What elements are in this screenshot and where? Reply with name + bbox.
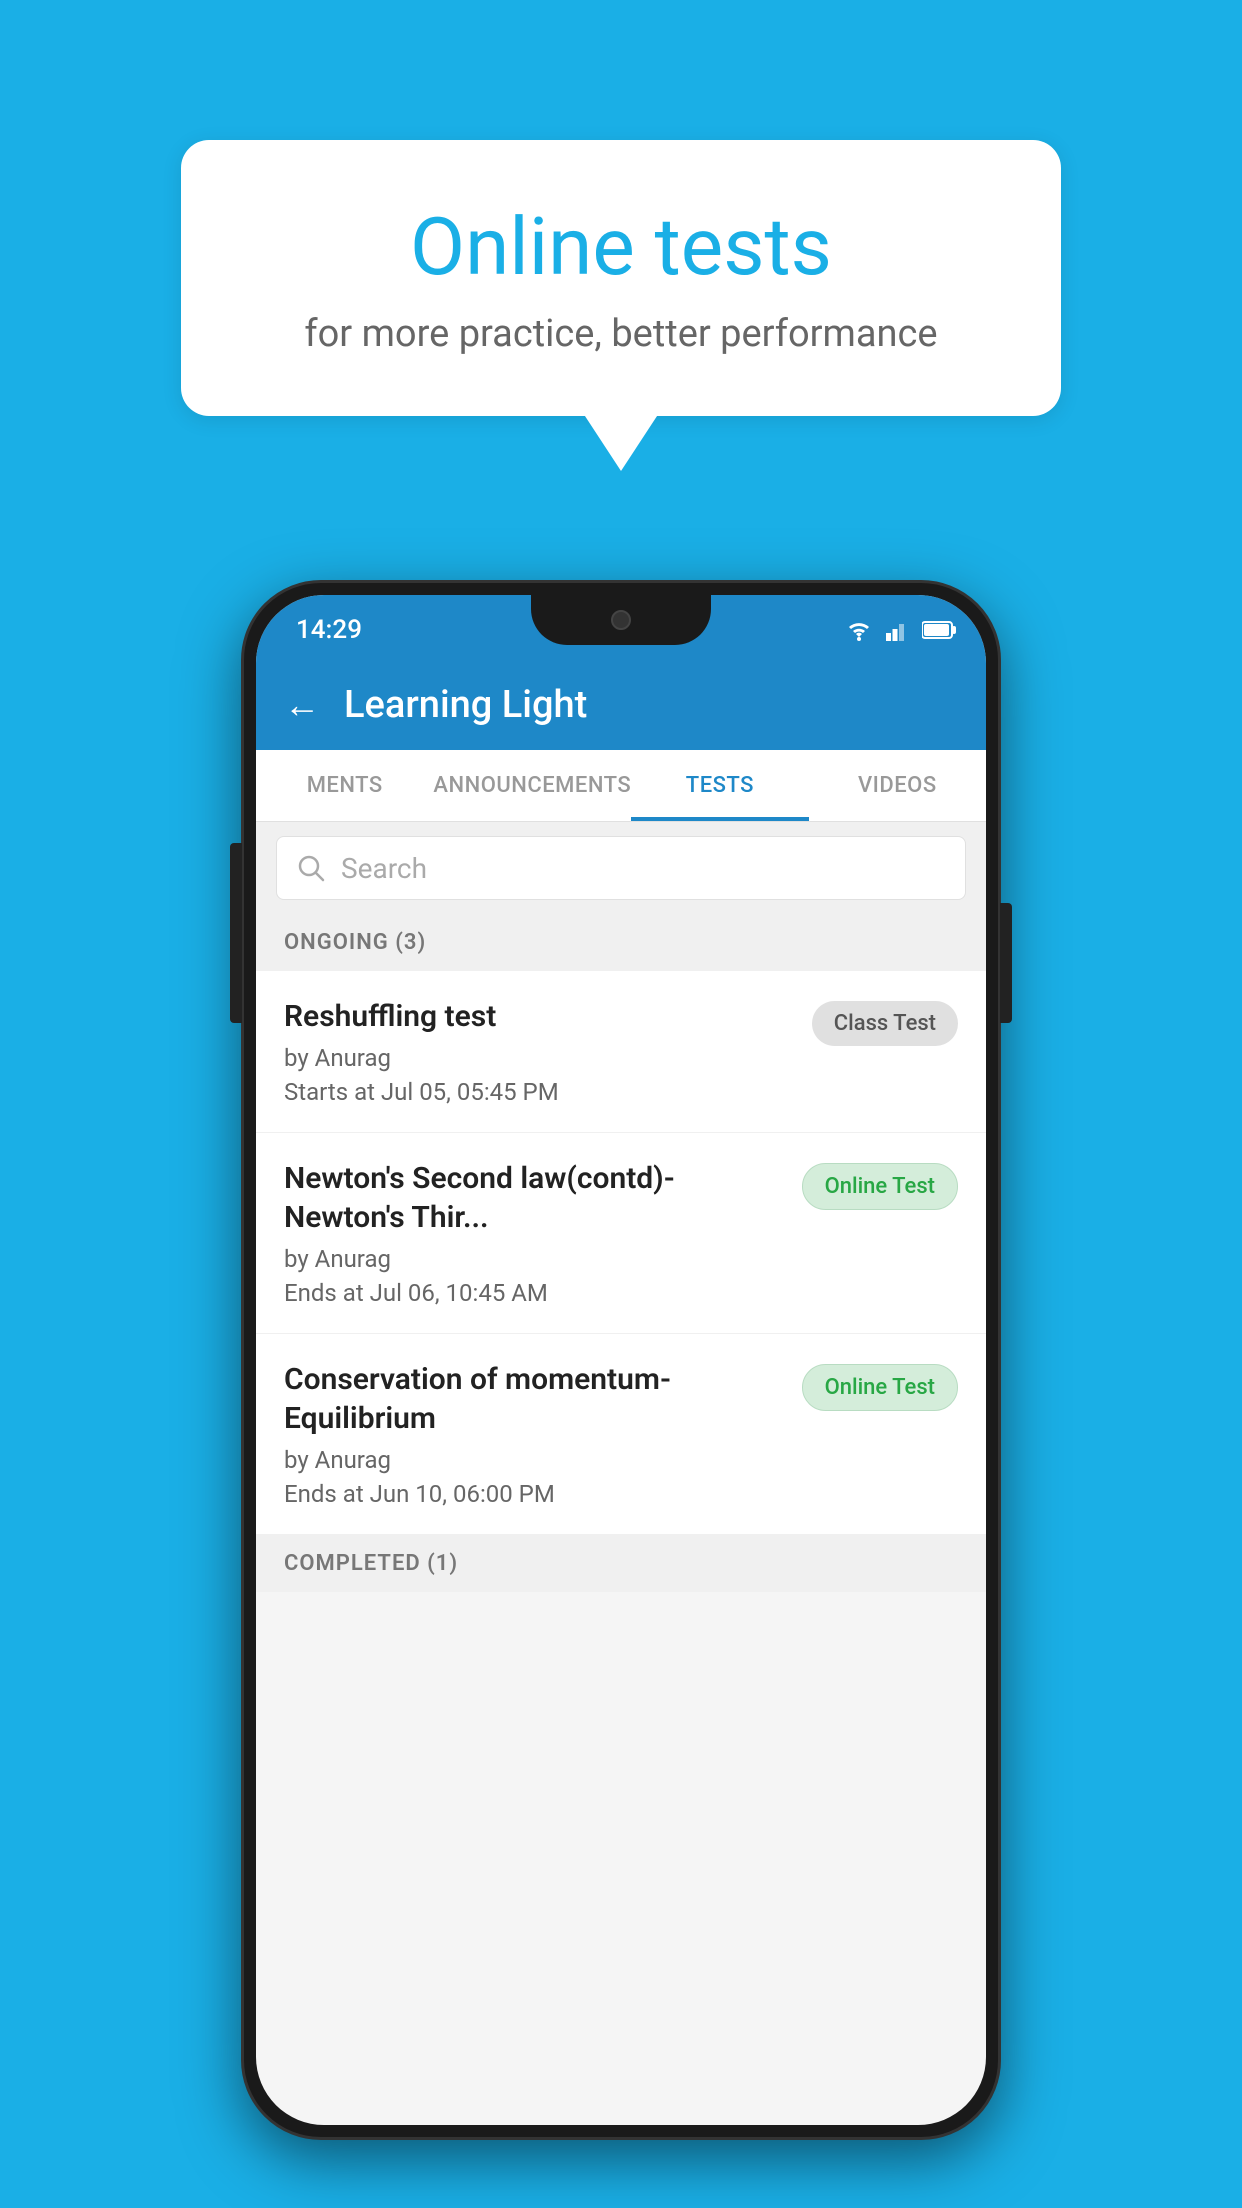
test-info: Reshuffling test by Anurag Starts at Jul… <box>284 997 812 1106</box>
test-list: Reshuffling test by Anurag Starts at Jul… <box>256 971 986 1535</box>
test-author: by Anurag <box>284 1245 782 1273</box>
battery-icon <box>922 619 956 641</box>
tab-announcements[interactable]: ANNOUNCEMENTS <box>433 750 631 821</box>
test-badge: Online Test <box>802 1364 958 1411</box>
tab-ments[interactable]: MENTS <box>256 750 433 821</box>
test-badge: Class Test <box>812 1001 958 1046</box>
status-time: 14:29 <box>296 615 362 645</box>
test-name: Conservation of momentum-Equilibrium <box>284 1360 782 1438</box>
test-date: Ends at Jul 06, 10:45 AM <box>284 1279 782 1307</box>
bubble-subtitle: for more practice, better performance <box>251 312 991 356</box>
app-title: Learning Light <box>344 683 587 727</box>
back-button[interactable]: ← <box>284 684 320 726</box>
test-author: by Anurag <box>284 1446 782 1474</box>
test-badge: Online Test <box>802 1163 958 1210</box>
phone-notch <box>531 595 711 645</box>
tab-bar: MENTS ANNOUNCEMENTS TESTS VIDEOS <box>256 750 986 822</box>
test-item[interactable]: Conservation of momentum-Equilibrium by … <box>256 1334 986 1535</box>
tab-tests[interactable]: TESTS <box>631 750 808 821</box>
phone-outer: 14:29 <box>241 580 1001 2140</box>
notch-camera <box>611 610 631 630</box>
test-author: by Anurag <box>284 1044 792 1072</box>
speech-bubble-container: Online tests for more practice, better p… <box>181 140 1061 416</box>
status-icons <box>844 619 956 641</box>
search-bar[interactable]: Search <box>276 836 966 900</box>
test-date: Starts at Jul 05, 05:45 PM <box>284 1078 792 1106</box>
test-name: Reshuffling test <box>284 997 792 1036</box>
test-info: Newton's Second law(contd)-Newton's Thir… <box>284 1159 802 1307</box>
search-container: Search <box>256 822 986 914</box>
tab-videos[interactable]: VIDEOS <box>809 750 986 821</box>
phone-screen: 14:29 <box>256 595 986 2125</box>
test-date: Ends at Jun 10, 06:00 PM <box>284 1480 782 1508</box>
test-item[interactable]: Reshuffling test by Anurag Starts at Jul… <box>256 971 986 1133</box>
completed-section-header: COMPLETED (1) <box>256 1535 986 1592</box>
signal-icon <box>886 619 910 641</box>
phone-container: 14:29 <box>241 580 1001 2140</box>
ongoing-section-header: ONGOING (3) <box>256 914 986 971</box>
wifi-icon <box>844 619 874 641</box>
test-item[interactable]: Newton's Second law(contd)-Newton's Thir… <box>256 1133 986 1334</box>
speech-bubble: Online tests for more practice, better p… <box>181 140 1061 416</box>
search-placeholder: Search <box>341 852 427 885</box>
bubble-title: Online tests <box>251 200 991 294</box>
search-icon <box>297 854 325 882</box>
top-bar: ← Learning Light <box>256 660 986 750</box>
test-info: Conservation of momentum-Equilibrium by … <box>284 1360 802 1508</box>
test-name: Newton's Second law(contd)-Newton's Thir… <box>284 1159 782 1237</box>
